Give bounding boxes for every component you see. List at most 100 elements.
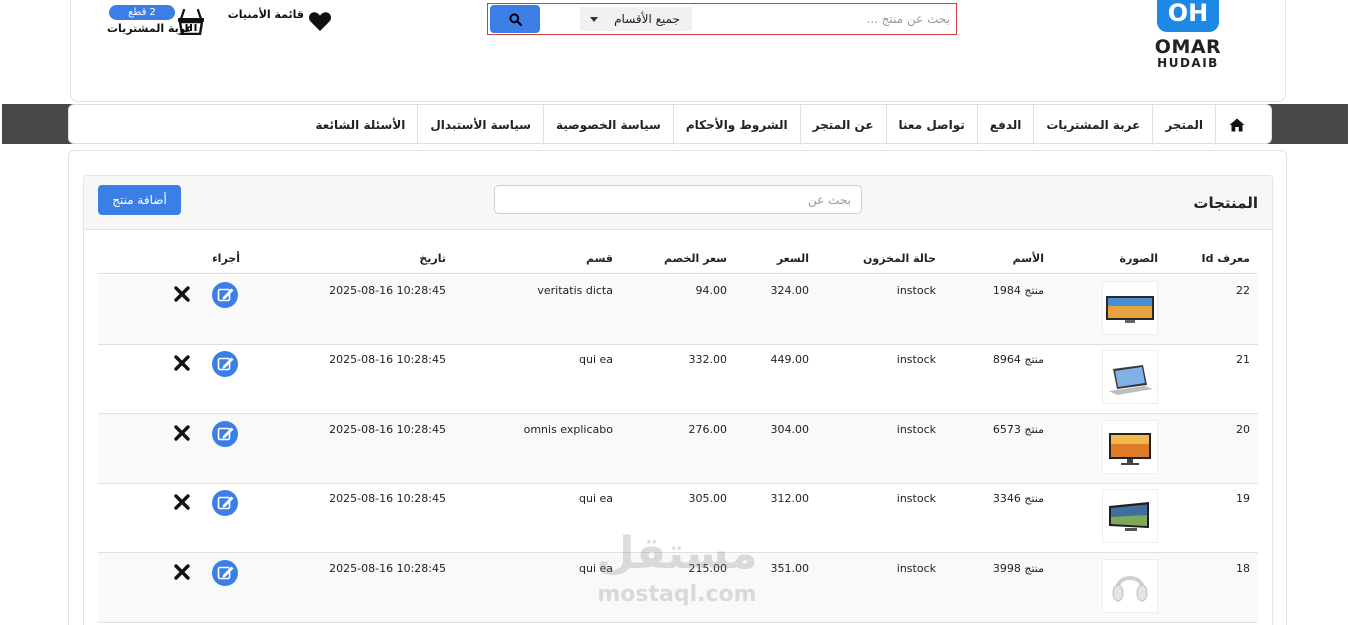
edit-button[interactable] [211, 420, 239, 448]
cell-date: 2025-08-16 10:28:45 [329, 284, 446, 297]
nav-item-privacy[interactable]: سياسة الخصوصية [542, 105, 673, 145]
edit-icon [212, 282, 238, 308]
nav-item-about[interactable]: عن المتجر [799, 105, 886, 145]
add-product-button[interactable]: أضافة منتج [98, 185, 181, 215]
edit-button[interactable] [211, 489, 239, 517]
caret-down-icon [590, 17, 598, 22]
nav-item-cart[interactable]: عربة المشتريات [1033, 105, 1152, 145]
nav-home[interactable] [1215, 105, 1257, 145]
home-icon [1229, 118, 1244, 132]
close-icon [174, 564, 190, 580]
delete-button[interactable] [173, 424, 191, 442]
cell-discount: 305.00 [688, 492, 728, 505]
cart-count-badge: 2 قطع [109, 5, 175, 20]
delete-button[interactable] [173, 563, 191, 581]
laptop-icon [1109, 365, 1153, 395]
cell-price: 324.00 [770, 284, 810, 297]
product-image[interactable] [1102, 420, 1158, 474]
heart-icon [309, 12, 331, 31]
cell-discount: 94.00 [695, 284, 728, 297]
cell-id: 21 [1236, 353, 1250, 366]
cell-name: منتج 8964 [992, 353, 1044, 366]
cell-date: 2025-08-16 10:28:45 [329, 492, 446, 505]
cell-name: منتج 6573 [992, 423, 1044, 436]
headphones-icon [1112, 576, 1148, 602]
delete-button[interactable] [173, 493, 191, 511]
cell-discount: 215.00 [688, 562, 728, 575]
cell-category: omnis explicabo [523, 423, 613, 436]
delete-button[interactable] [173, 285, 191, 303]
nav-item-store[interactable]: المتجر [1152, 105, 1215, 145]
col-stock: حالة المخزون [863, 252, 936, 265]
edit-icon [212, 490, 238, 516]
col-name: الأسم [1012, 252, 1044, 265]
edit-button[interactable] [211, 281, 239, 309]
col-id: معرف Id [1201, 252, 1250, 265]
wishlist-label: قائمة الأمنيات [227, 8, 304, 21]
table-row: 20 منتج 6573 instock 304.00 276.00 omnis… [98, 414, 1258, 484]
header-search-bar: جميع الأقسام [487, 3, 957, 35]
tv-icon [1106, 296, 1154, 323]
search-button[interactable] [490, 5, 540, 33]
cell-name: منتج 1984 [992, 284, 1044, 297]
table-row: 18 منتج 3998 instock 351.00 215.00 qui e… [98, 553, 1258, 623]
edit-button[interactable] [211, 559, 239, 587]
cell-stock: instock [896, 423, 936, 436]
cell-stock: instock [896, 284, 936, 297]
product-image[interactable] [1102, 489, 1158, 543]
wishlist-link[interactable]: قائمة الأمنيات [228, 6, 334, 36]
cell-id: 22 [1236, 284, 1250, 297]
search-icon [509, 13, 522, 26]
close-icon [174, 494, 190, 510]
cell-stock: instock [896, 492, 936, 505]
cell-category: qui ea [578, 492, 613, 505]
header-search-input[interactable] [688, 6, 950, 32]
nav-item-faq[interactable]: الأسئلة الشائعة [303, 105, 417, 145]
edit-button[interactable] [211, 350, 239, 378]
cell-id: 19 [1236, 492, 1250, 505]
page-title: المنتجات [1193, 194, 1258, 212]
brand-logo[interactable]: OH OMAR HUDAIB [1152, 0, 1224, 72]
cell-price: 449.00 [770, 353, 810, 366]
cell-category: qui ea [578, 353, 613, 366]
cell-stock: instock [896, 353, 936, 366]
cell-id: 18 [1236, 562, 1250, 575]
col-image: الصورة [1119, 252, 1158, 265]
edit-icon [212, 421, 238, 447]
monitor-icon [1109, 433, 1151, 465]
tv-icon [1109, 502, 1149, 531]
edit-icon [212, 351, 238, 377]
nav-item-returns[interactable]: سياسة الأستبدال [417, 105, 543, 145]
nav-item-contact[interactable]: تواصل معنا [885, 105, 977, 145]
cell-id: 20 [1236, 423, 1250, 436]
cell-discount: 332.00 [688, 353, 728, 366]
nav-item-terms[interactable]: الشروط والأحكام [672, 105, 800, 145]
basket-icon [178, 9, 204, 35]
delete-button[interactable] [173, 354, 191, 372]
product-image[interactable] [1102, 559, 1158, 613]
category-select[interactable]: جميع الأقسام [580, 7, 692, 31]
col-category: قسم [585, 252, 613, 265]
table-header: معرف Id الصورة الأسم حالة المخزون السعر … [98, 244, 1258, 274]
product-image[interactable] [1102, 281, 1158, 335]
cell-name: منتج 3998 [992, 562, 1044, 575]
edit-icon [212, 560, 238, 586]
cell-discount: 276.00 [688, 423, 728, 436]
close-icon [174, 425, 190, 441]
cell-date: 2025-08-16 10:28:45 [329, 423, 446, 436]
col-discount: سعر الخصم [664, 252, 727, 265]
cart-link[interactable]: 2 قطع عربة المشتريات [107, 5, 209, 39]
cell-date: 2025-08-16 10:28:45 [329, 353, 446, 366]
product-image[interactable] [1102, 350, 1158, 404]
main-nav: المتجر عربة المشتريات الدفع تواصل معنا ع… [68, 104, 1272, 145]
category-select-value: جميع الأقسام [614, 12, 680, 26]
col-date: تاريخ [419, 252, 446, 265]
table-row: 19 منتج 3346 instock 312.00 305.00 qui e… [98, 483, 1258, 553]
logo-line-1: OMAR [1154, 36, 1222, 58]
products-search-input[interactable] [511, 190, 851, 210]
logo-line-2: HUDAIB [1157, 56, 1219, 70]
products-search-box [494, 185, 862, 214]
cell-stock: instock [896, 562, 936, 575]
nav-item-payment[interactable]: الدفع [976, 105, 1034, 145]
table-row: 21 منتج 8964 instock 449.00 332.00 qui e… [98, 344, 1258, 414]
